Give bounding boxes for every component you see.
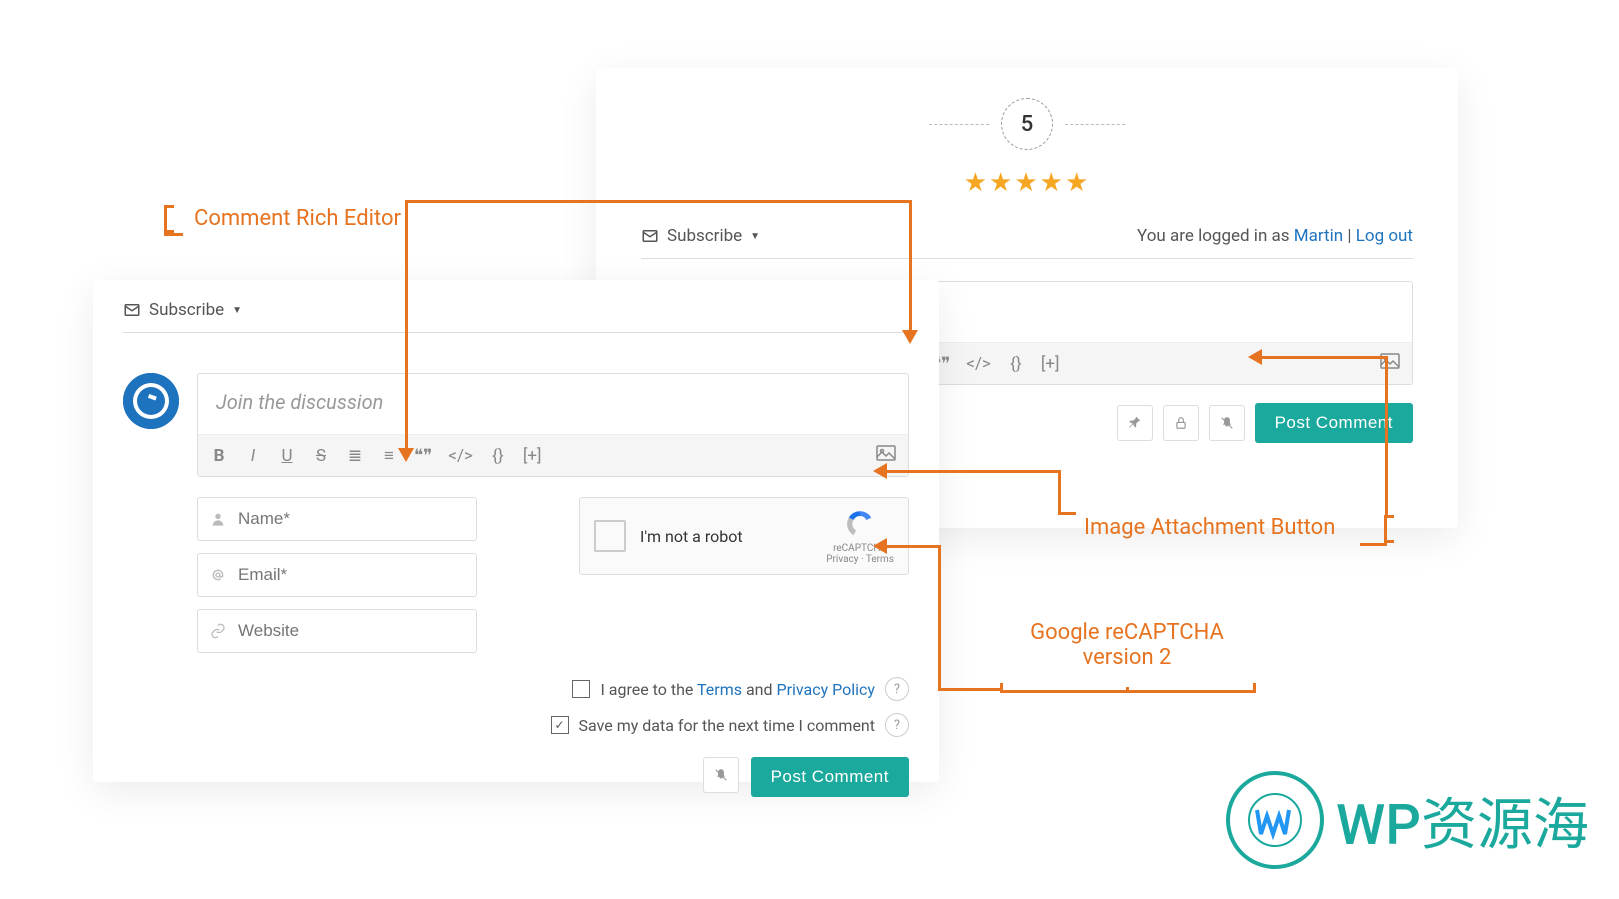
subscribe-label-b: Subscribe [149,300,224,320]
name-field[interactable] [197,497,477,541]
chevron-down-icon: ▼ [750,231,760,242]
arrow-line [405,200,408,450]
arrow-head [873,538,887,554]
expand-button[interactable]: [+] [523,446,542,466]
name-input[interactable] [236,508,464,530]
arrow-head [398,448,414,462]
recaptcha-text: I'm not a robot [640,527,812,546]
top-bar-b: Subscribe ▼ [123,300,909,333]
subscribe-dropdown-b[interactable]: Subscribe ▼ [123,300,242,320]
braces-button[interactable]: {} [489,446,507,466]
agree-checkbox[interactable] [572,680,590,698]
italic-button[interactable]: I [244,446,262,466]
arrow-line [1385,356,1388,516]
watermark-text: WP资源海 [1336,780,1589,861]
arrow-head [1248,349,1262,365]
post-comment-button[interactable]: Post Comment [1255,403,1413,443]
watermark-logo [1226,771,1324,869]
callout-rich-editor: Comment Rich Editor [194,206,401,231]
arrow-line [405,200,457,203]
help-icon[interactable]: ? [885,677,909,701]
input-row: I'm not a robot reCAPTCHA Privacy · Term… [197,497,909,653]
arrow-line [938,545,941,690]
save-checkbox[interactable]: ✓ [551,716,569,734]
chevron-down-icon: ▼ [232,305,242,316]
watermark: WP资源海 [1226,771,1589,869]
at-icon [210,567,226,583]
ol-button[interactable]: ≣ [346,446,364,466]
link-icon [210,623,226,639]
arrow-line [1126,687,1129,690]
arrow-line [1260,356,1387,359]
bracket [164,205,167,233]
email-input[interactable] [236,564,464,586]
checkboxes: I agree to the Terms and Privacy Policy … [197,677,909,737]
pin-button[interactable] [1117,405,1153,441]
login-status: You are logged in as Martin | Log out [1137,226,1413,246]
mail-icon [641,227,659,245]
arrow-line [455,200,911,203]
user-link[interactable]: Martin [1294,226,1343,246]
bold-button[interactable]: B [210,446,228,466]
arrow-head [873,463,887,479]
recaptcha-logo: reCAPTCHA Privacy · Terms [826,508,894,565]
comment-count: 5 [1001,98,1053,150]
underline-button[interactable]: U [278,446,296,466]
lock-button[interactable] [1163,405,1199,441]
recaptcha-checkbox[interactable] [594,520,626,552]
arrow-line [1360,543,1387,546]
comment-card-anonymous: Subscribe ▼ Join the discussion B I U S … [93,280,939,782]
mute-button[interactable] [1209,405,1245,441]
arrow-line [938,688,1001,691]
subscribe-dropdown[interactable]: Subscribe ▼ [641,226,760,246]
save-line: ✓ Save my data for the next time I comme… [551,713,909,737]
ul-button[interactable]: ≡ [380,446,398,466]
subscribe-label: Subscribe [667,226,742,246]
dash-left [929,124,989,125]
avatar-b [123,373,179,429]
save-label: Save my data for the next time I comment [579,716,875,735]
agree-line: I agree to the Terms and Privacy Policy … [572,677,909,701]
arrow-line [885,470,1060,473]
arrow-line [1058,470,1061,514]
editor-placeholder-b[interactable]: Join the discussion [198,374,908,434]
comment-editor-b[interactable]: Join the discussion B I U S ≣ ≡ ❝❞ </> {… [197,373,909,477]
strike-button[interactable]: S [312,446,330,466]
braces-button[interactable]: {} [1007,354,1025,374]
dash-right [1065,124,1125,125]
terms-link[interactable]: Terms [697,680,742,699]
code-button[interactable]: </> [448,446,473,466]
rating-stars[interactable]: ★★★★★ [641,168,1413,198]
website-input[interactable] [236,620,464,642]
help-icon[interactable]: ? [885,713,909,737]
arrow-head [902,330,918,344]
email-field[interactable] [197,553,477,597]
expand-button[interactable]: [+] [1041,354,1060,374]
arrow-line [909,200,912,332]
arrow-line [885,545,940,548]
fields [197,497,477,653]
bracket [1384,515,1387,543]
editor-toolbar-b: B I U S ≣ ≡ ❝❞ </> {} [+] [198,434,908,476]
code-button[interactable]: </> [966,354,991,374]
callout-recaptcha: Google reCAPTCHA version 2 [997,620,1257,670]
mail-icon [123,301,141,319]
top-bar: Subscribe ▼ You are logged in as Martin … [641,226,1413,259]
post-comment-button-b[interactable]: Post Comment [751,757,909,797]
arrow-line [1058,512,1076,515]
quote-button[interactable]: ❝❞ [414,446,432,466]
editor-row-b: Join the discussion B I U S ≣ ≡ ❝❞ </> {… [123,373,909,477]
bracket [1000,690,1256,693]
recaptcha-widget[interactable]: I'm not a robot reCAPTCHA Privacy · Term… [579,497,909,575]
arrow-line [164,233,183,236]
bottom-actions: Post Comment [197,757,909,797]
mute-button-b[interactable] [703,757,739,793]
privacy-link[interactable]: Privacy Policy [777,680,876,699]
logout-link[interactable]: Log out [1356,226,1413,246]
comment-count-wrap: 5 [641,98,1413,150]
callout-attachment: Image Attachment Button [1084,515,1335,540]
website-field[interactable] [197,609,477,653]
user-icon [210,511,226,527]
